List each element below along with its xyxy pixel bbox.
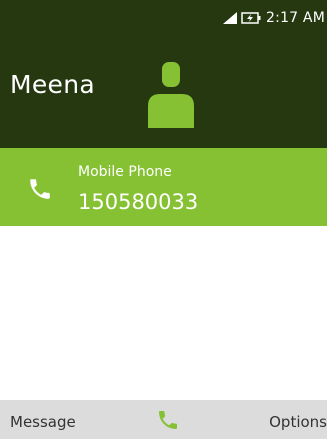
- softkey-bar: Message Options: [0, 400, 327, 439]
- phone-icon[interactable]: [156, 408, 180, 432]
- signal-icon: [223, 12, 238, 24]
- message-softkey[interactable]: Message: [10, 413, 76, 431]
- phone-number: 150580033: [78, 190, 199, 214]
- battery-charging-icon: [241, 12, 261, 24]
- phone-icon: [30, 179, 50, 199]
- status-time: 2:17 AM: [266, 10, 325, 26]
- contact-header: 2:17 AM Meena: [0, 0, 327, 148]
- phone-type-label: Mobile Phone: [78, 164, 172, 180]
- person-icon: [148, 62, 194, 128]
- contact-name: Meena: [10, 70, 95, 99]
- options-softkey[interactable]: Options: [269, 413, 327, 431]
- status-bar: 2:17 AM: [0, 0, 327, 36]
